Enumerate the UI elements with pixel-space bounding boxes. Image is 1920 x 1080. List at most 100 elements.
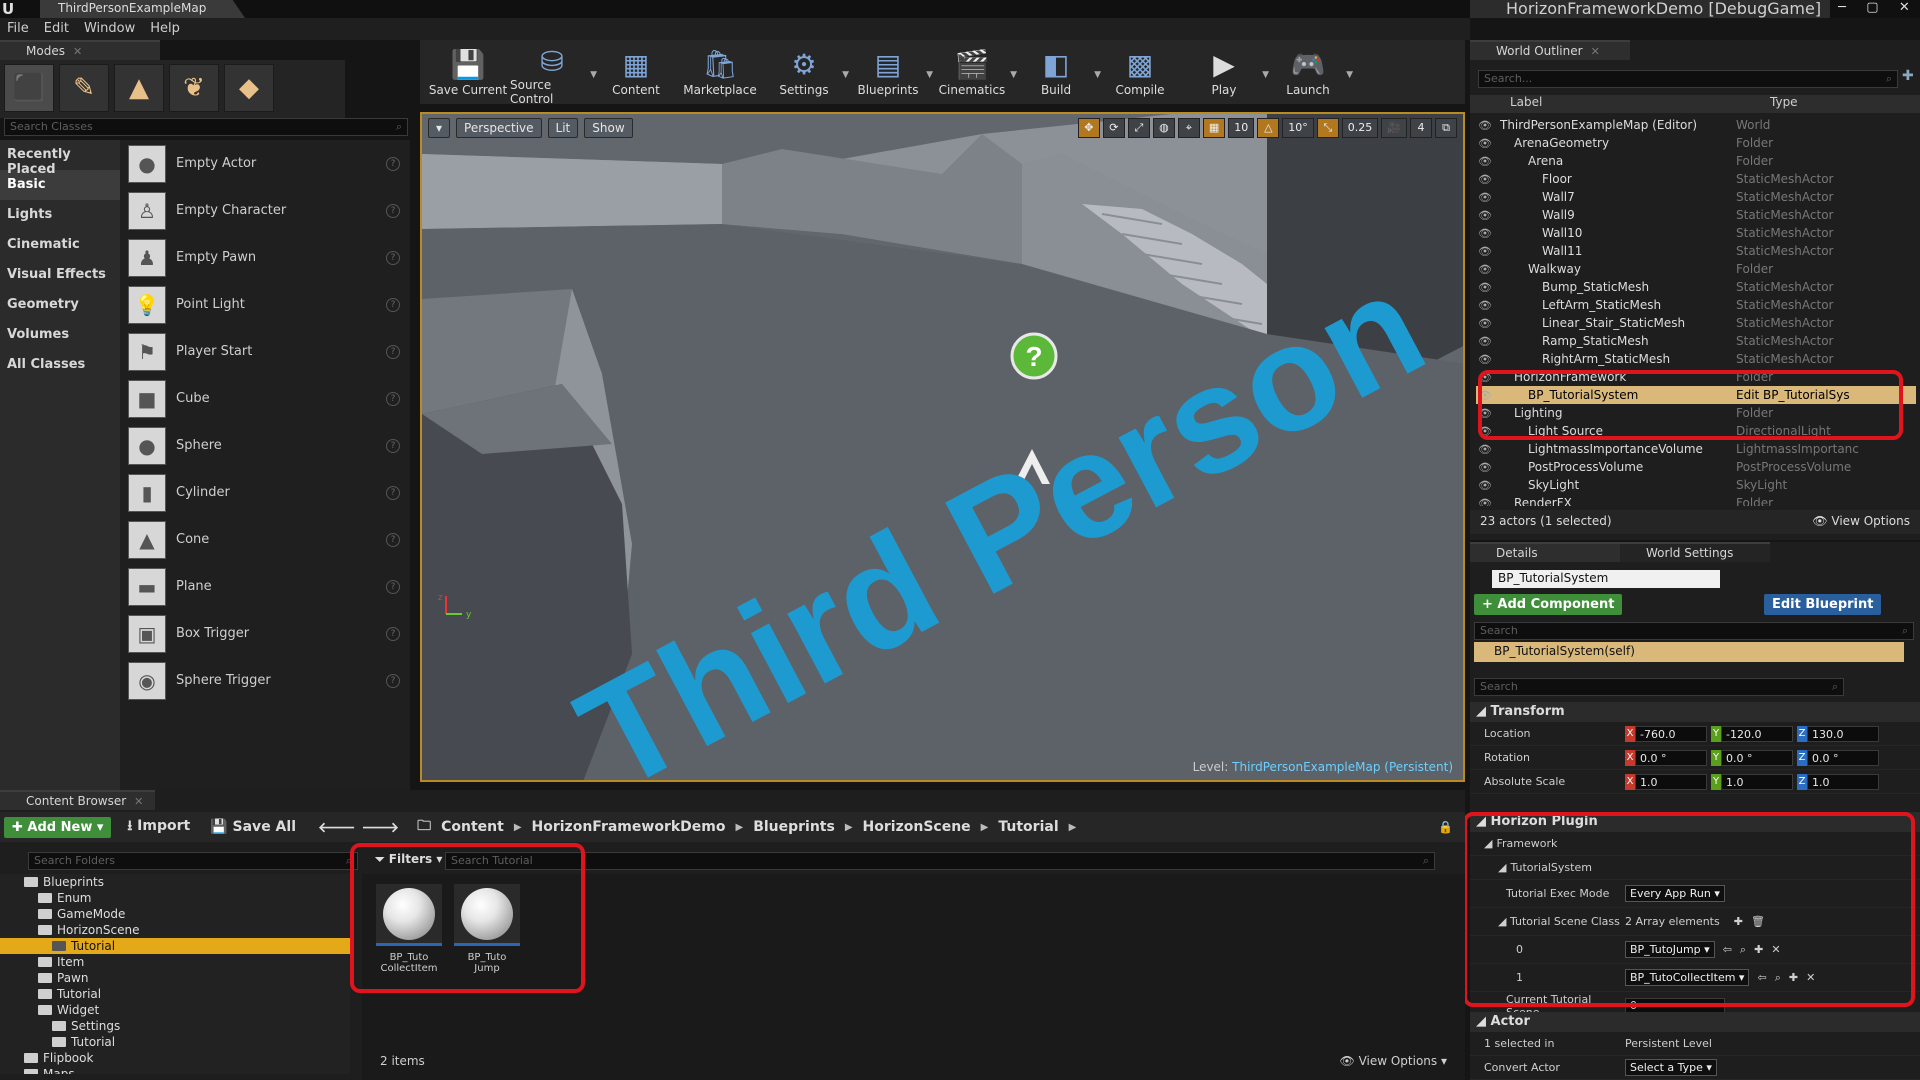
outliner-tab[interactable]: World Outliner ✕ [1470, 40, 1630, 60]
eye-icon[interactable]: 👁 [1476, 191, 1494, 204]
outliner-row[interactable]: 👁 LightmassImportanceVolume LightmassImpor… [1476, 440, 1916, 458]
category-all-classes[interactable]: All Classes [0, 350, 120, 380]
place-item[interactable]: ♟ Empty Pawn? [120, 234, 410, 281]
lock-icon[interactable]: 🔒 [1438, 820, 1453, 834]
build-button[interactable]: ◧ Build ▼ [1014, 40, 1101, 104]
folder-item[interactable]: Flipbook [0, 1050, 350, 1066]
help-icon[interactable]: ? [386, 297, 400, 312]
eye-icon[interactable]: 👁 [1476, 263, 1494, 276]
folder-item[interactable]: Widget [0, 1002, 350, 1018]
help-icon[interactable]: ? [386, 626, 400, 641]
level-viewport[interactable]: ? Third Person z y ▾ Perspective Lit Sho… [420, 112, 1465, 782]
outliner-row[interactable]: 👁 Bump_StaticMesh StaticMeshActor [1476, 278, 1916, 296]
category-geometry[interactable]: Geometry [0, 290, 120, 320]
rotation-z[interactable]: 0.0 ° [1807, 749, 1879, 766]
import-button[interactable]: ⭳ Import [127, 815, 190, 839]
outliner-row[interactable]: 👁 Arena Folder [1476, 152, 1916, 170]
chevron-right-icon[interactable]: ▶ [735, 822, 743, 833]
source-control-button[interactable]: ⛁ Source Control ▼ [510, 40, 597, 106]
help-icon[interactable]: ? [386, 156, 400, 171]
folder-item[interactable]: Tutorial [0, 938, 350, 954]
location-z[interactable]: 130.0 [1807, 725, 1879, 742]
rotation-y[interactable]: 0.0 ° [1721, 749, 1793, 766]
landscape-mode-icon[interactable]: ▲ [114, 64, 164, 112]
menu-window[interactable]: Window [77, 18, 143, 40]
outliner-row[interactable]: 👁 Wall11 StaticMeshActor [1476, 242, 1916, 260]
rotation-x[interactable]: 0.0 ° [1635, 749, 1707, 766]
lit-button[interactable]: Lit [547, 118, 579, 138]
camera-speed-value[interactable]: 4 [1410, 118, 1432, 138]
outliner-row[interactable]: 👁 Walkway Folder [1476, 260, 1916, 278]
outliner-row[interactable]: 👁 ArenaGeometry Folder [1476, 134, 1916, 152]
breadcrumb-horizonscene[interactable]: HorizonScene [863, 819, 971, 835]
minimize-button[interactable]: ─ [1838, 0, 1846, 18]
viewport-options-button[interactable]: ▾ [428, 118, 451, 138]
outliner-row[interactable]: 👁 Linear_Stair_StaticMesh StaticMeshActor [1476, 314, 1916, 332]
chevron-right-icon[interactable]: ▶ [845, 822, 853, 833]
content-button[interactable]: ▦ Content [594, 40, 678, 104]
menu-help[interactable]: Help [143, 18, 188, 40]
help-icon[interactable]: ? [386, 673, 400, 688]
modes-tab[interactable]: Modes ✕ [0, 40, 160, 60]
place-item[interactable]: ▣ Box Trigger? [120, 610, 410, 657]
surface-snap-icon[interactable]: ⌖ [1177, 118, 1200, 138]
show-button[interactable]: Show [584, 118, 633, 138]
scale-icon[interactable]: ⤢ [1127, 118, 1150, 138]
outliner-row[interactable]: 👁 RenderFX Folder [1476, 494, 1916, 506]
eye-icon[interactable]: 👁 [1476, 119, 1494, 132]
breadcrumb-content[interactable]: Content [441, 819, 504, 835]
place-item[interactable]: ▮ Cylinder? [120, 469, 410, 516]
place-item[interactable]: ■ Cube? [120, 375, 410, 422]
chevron-down-icon[interactable]: ▼ [1346, 70, 1353, 80]
eye-icon[interactable]: 👁 [1476, 353, 1494, 366]
cinematics-button[interactable]: 🎬 Cinematics ▼ [930, 40, 1017, 104]
camera-speed-icon[interactable]: 🎥 [1381, 118, 1407, 138]
menu-file[interactable]: File [0, 18, 37, 40]
foliage-mode-icon[interactable]: ❦ [169, 64, 219, 112]
chevron-right-icon[interactable]: ▶ [1069, 822, 1077, 833]
level-tab[interactable]: ThirdPersonExampleMap [40, 0, 245, 18]
details-search-input[interactable]: Search ⌕ [1474, 678, 1844, 696]
help-icon[interactable]: ? [386, 438, 400, 453]
forward-icon[interactable]: 🡒 [362, 819, 400, 836]
cb-view-options-button[interactable]: 👁 View Options ▾ [1340, 1054, 1448, 1068]
eye-icon[interactable]: 👁 [1476, 317, 1494, 330]
content-browser-tab[interactable]: Content Browser ✕ [0, 790, 155, 810]
close-icon[interactable]: ✕ [134, 795, 143, 808]
paint-mode-icon[interactable]: ✎ [59, 64, 109, 112]
eye-icon[interactable]: 👁 [1476, 155, 1494, 168]
folder-search-input[interactable]: Search Folders ⌕ [28, 852, 358, 870]
eye-icon[interactable]: 👁 [1476, 227, 1494, 240]
place-item[interactable]: ♙ Empty Character? [120, 187, 410, 234]
column-type[interactable]: Type [1770, 95, 1798, 113]
scale-x[interactable]: 1.0 [1635, 773, 1707, 790]
outliner-row[interactable]: 👁 PostProcessVolume PostProcessVolume [1476, 458, 1916, 476]
place-item[interactable]: ⚑ Player Start? [120, 328, 410, 375]
close-button[interactable]: ✕ [1899, 0, 1910, 18]
component-search-input[interactable]: Search ⌕ [1474, 622, 1914, 640]
folder-item[interactable]: Enum [0, 890, 350, 906]
eye-icon[interactable]: 👁 [1476, 299, 1494, 312]
geometry-mode-icon[interactable]: ◆ [224, 64, 274, 112]
outliner-row[interactable]: 👁 ThirdPersonExampleMap (Editor) World [1476, 116, 1916, 134]
translate-icon[interactable]: ✥ [1077, 118, 1100, 138]
eye-icon[interactable]: 👁 [1476, 479, 1494, 492]
grid-snap-icon[interactable]: ▦ [1202, 118, 1226, 138]
rotation-snap-value[interactable]: 10° [1282, 118, 1314, 138]
maximize-button[interactable]: ▢ [1866, 0, 1878, 18]
folder-item[interactable]: GameMode [0, 906, 350, 922]
eye-icon[interactable]: 👁 [1476, 209, 1494, 222]
self-component-row[interactable]: BP_TutorialSystem(self) [1474, 642, 1904, 662]
eye-icon[interactable]: 👁 [1476, 461, 1494, 474]
folder-item[interactable]: HorizonScene [0, 922, 350, 938]
save-all-button[interactable]: 💾 Save All [210, 819, 296, 835]
outliner-add-icon[interactable]: ✚ [1902, 68, 1914, 84]
place-item[interactable]: ▲ Cone? [120, 516, 410, 563]
scale-z[interactable]: 1.0 [1807, 773, 1879, 790]
eye-icon[interactable]: 👁 [1476, 443, 1494, 456]
help-icon[interactable]: ? [386, 485, 400, 500]
convert-actor-dropdown[interactable]: Select a Type ▾ [1625, 1059, 1717, 1076]
category-lights[interactable]: Lights [0, 200, 120, 230]
folder-item[interactable]: Blueprints [0, 874, 350, 890]
column-label[interactable]: Label [1470, 95, 1770, 113]
